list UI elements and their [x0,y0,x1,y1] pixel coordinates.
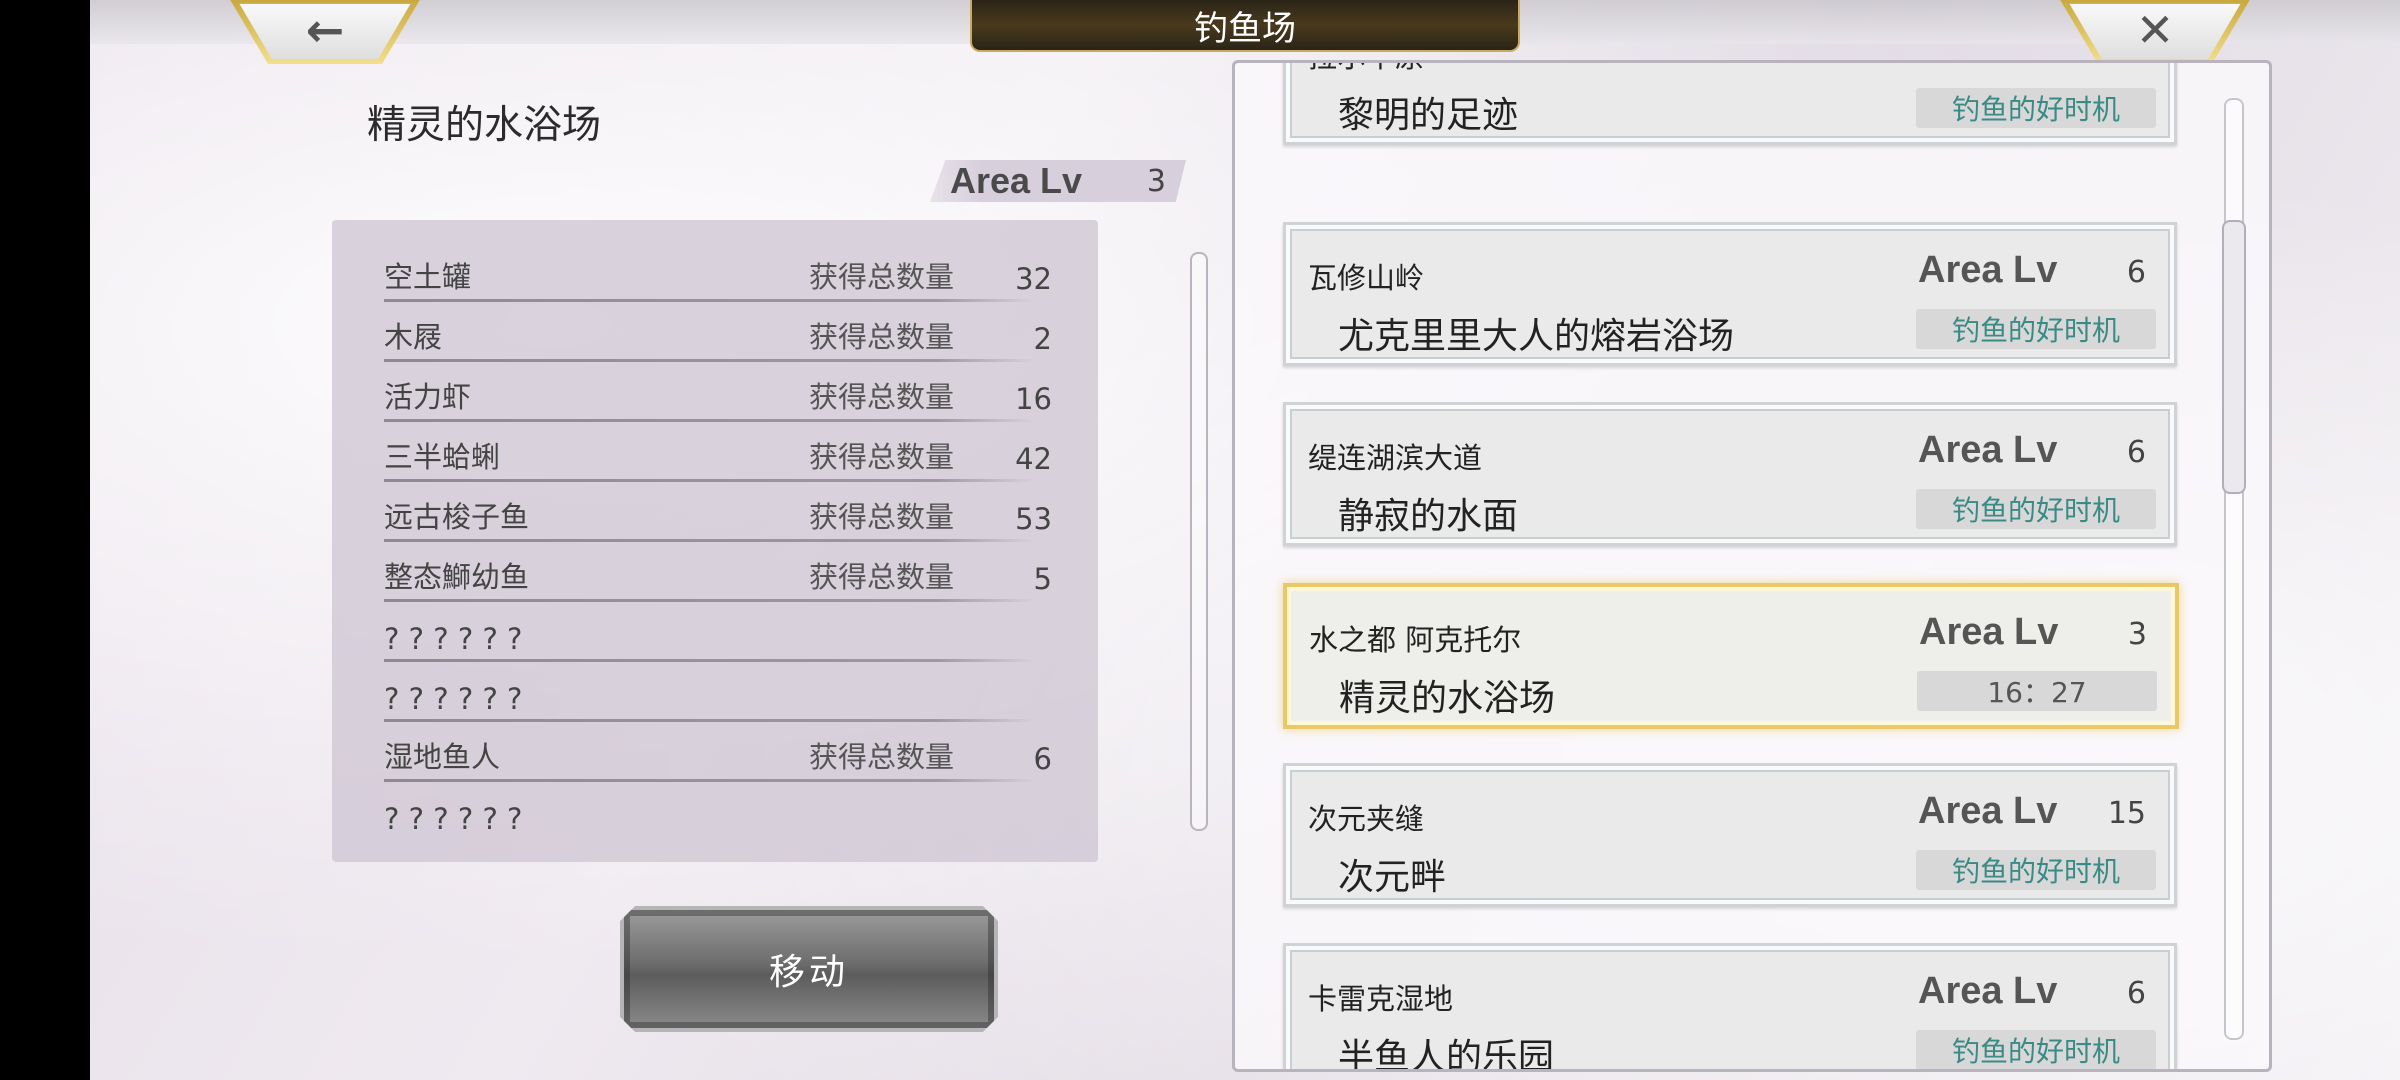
fish-count: 32 [1015,262,1052,296]
spot-region: 瓦修山岭 [1308,261,1425,295]
area-level-label: Area Lv [950,160,1083,201]
fish-row: 整态鰤幼鱼 获得总数量 5 [384,542,1052,602]
spot-level-value: 6 [2126,255,2146,290]
fish-count: 5 [1033,562,1052,596]
fish-count-label: 获得总数量 [809,440,955,474]
fish-name: 木屐 [384,320,443,354]
spot-name: 半鱼人的乐园 [1338,1037,1555,1072]
back-button[interactable]: ← [230,0,420,64]
spot-region: 次元夹缝 [1308,802,1425,836]
fish-count-label: 获得总数量 [809,560,955,594]
fish-count: 53 [1015,502,1052,536]
spot-level-label: Area Lv [1918,249,2058,291]
fish-name: ? ? ? ? ? ? [384,802,523,836]
spot-level-label: Area Lv [1919,611,2059,653]
fish-name: 空土罐 [384,260,472,294]
spot-name: 尤克里里大人的熔岩浴场 [1338,316,1735,357]
spot-card-selected[interactable]: 水之都 阿克托尔 Area Lv 3 精灵的水浴场 16：27 [1283,583,2179,729]
fish-name: 远古梭子鱼 [384,500,530,534]
spot-status: 钓鱼的好时机 [1916,1030,2156,1069]
spot-name: 精灵的水浴场 [1339,678,1556,719]
fish-count-label: 获得总数量 [809,380,955,414]
fish-count: 16 [1015,382,1052,416]
fish-name: ? ? ? ? ? ? [384,622,523,656]
fish-count: 2 [1033,322,1052,356]
spot-level-value: 6 [2126,976,2146,1011]
spot-status: 16：27 [1917,671,2157,711]
fish-row: 湿地鱼人 获得总数量 6 [384,722,1052,782]
area-name: 精灵的水浴场 [367,103,602,148]
spot-level-label: Area Lv [1918,63,2057,71]
fish-row: 空土罐 获得总数量 32 [384,242,1052,302]
fish-row: 木屐 获得总数量 2 [384,302,1052,362]
spot-status: 钓鱼的好时机 [1916,850,2156,890]
spot-card[interactable]: 卡雷克湿地 Area Lv 6 半鱼人的乐园 钓鱼的好时机 [1283,943,2177,1072]
close-button[interactable]: ✕ [2060,0,2250,64]
spot-level-label: Area Lv [1918,790,2058,832]
area-level-tag: Area Lv 3 [930,160,1186,202]
fish-count: 6 [1033,742,1052,776]
fish-name: 湿地鱼人 [384,740,501,774]
back-arrow-icon: ← [305,3,345,57]
fish-name: 三半蛤蜊 [384,440,501,474]
spot-list-scroll-thumb[interactable] [2222,220,2246,494]
fish-count-label: 获得总数量 [809,260,955,294]
spot-card[interactable]: 拉尔平原 Area Lv 7 黎明的足迹 钓鱼的好时机 [1283,63,2177,145]
spot-level-label: Area Lv [1918,970,2058,1012]
spot-region: 卡雷克湿地 [1308,982,1454,1016]
fish-list[interactable]: 空土罐 获得总数量 32 木屐 获得总数量 2 活力虾 获得总数量 16 三半蛤蜊 获得总数量 42 远… [332,220,1098,862]
fish-row: ? ? ? ? ? ? [384,662,1052,722]
fish-name: 整态鰤幼鱼 [384,560,530,594]
fish-count-label: 获得总数量 [809,320,955,354]
screen-title: 钓鱼场 [970,0,1520,52]
fish-count-label: 获得总数量 [809,500,955,534]
spot-status: 钓鱼的好时机 [1916,88,2156,128]
fish-row: 远古梭子鱼 获得总数量 53 [384,482,1052,542]
spot-name: 次元畔 [1338,857,1447,898]
fishing-spot-list[interactable]: 拉尔平原Area Lv7黎明的足迹钓鱼的好时机瓦修山岭Area Lv6尤克里里大… [1232,60,2272,1072]
fish-name: 活力虾 [384,380,472,414]
fish-row: ? ? ? ? ? ? [384,602,1052,662]
fish-row: 三半蛤蜊 获得总数量 42 [384,422,1052,482]
spot-card[interactable]: 次元夹缝 Area Lv 15 次元畔 钓鱼的好时机 [1283,763,2177,907]
spot-level-value: 3 [2127,617,2147,652]
fish-list-scrollbar[interactable] [1190,252,1208,831]
spot-region: 缇连湖滨大道 [1308,441,1483,475]
spot-status: 钓鱼的好时机 [1916,489,2156,529]
move-button[interactable]: 移动 [620,906,998,1032]
spot-level-value: 7 [2127,63,2146,69]
spot-level-label: Area Lv [1918,429,2058,471]
spot-card[interactable]: 缇连湖滨大道 Area Lv 6 静寂的水面 钓鱼的好时机 [1283,402,2177,546]
fish-count: 42 [1015,442,1052,476]
fish-count-label: 获得总数量 [809,740,955,774]
spot-level-value: 6 [2126,435,2146,470]
area-level-value: 3 [1146,163,1166,199]
spot-name: 静寂的水面 [1338,496,1519,537]
fish-name: ? ? ? ? ? ? [384,682,523,716]
spot-level-value: 15 [2107,796,2146,831]
spot-name: 黎明的足迹 [1338,95,1519,136]
spot-card[interactable]: 瓦修山岭 Area Lv 6 尤克里里大人的熔岩浴场 钓鱼的好时机 [1283,222,2177,366]
spot-region: 水之都 阿克托尔 [1309,623,1522,657]
spot-status: 钓鱼的好时机 [1916,309,2156,349]
fish-row: ? ? ? ? ? ? [384,782,1052,842]
game-screen: ← ✕ 钓鱼场 精灵的水浴场 Area Lv 3 空土罐 获得总数量 32 木屐 获得总… [90,0,2400,1080]
spot-region: 拉尔平原 [1308,63,1424,76]
fish-row: 活力虾 获得总数量 16 [384,362,1052,422]
close-icon: ✕ [2135,3,2175,57]
